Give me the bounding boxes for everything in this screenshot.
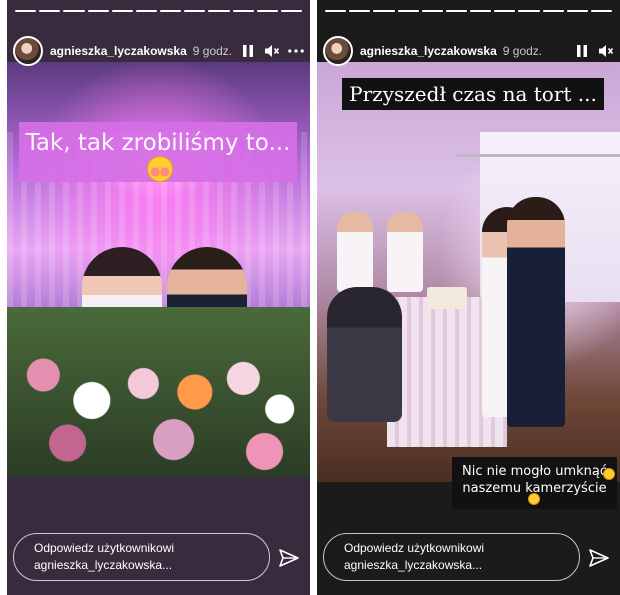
story-caption-secondary: Nic nie mogło umknąć naszemu kamerzyście — [452, 457, 617, 509]
story-left[interactable]: Tak, tak zrobiliśmy to... agnieszka_lycz… — [7, 0, 310, 595]
avatar[interactable] — [13, 36, 43, 66]
progress-segment — [518, 10, 540, 12]
pause-icon[interactable] — [240, 42, 256, 60]
progress-segment — [232, 10, 254, 12]
send-icon[interactable] — [586, 545, 612, 571]
progress-segment — [135, 10, 158, 12]
timestamp: 9 godz. — [502, 44, 543, 58]
progress-segment — [325, 10, 347, 12]
caption-line: Nic nie mogło umknąć — [461, 464, 608, 479]
progress-segment — [373, 10, 395, 12]
progress-segment — [63, 10, 85, 12]
flower-arrangement — [7, 307, 310, 477]
progress-segment — [39, 10, 61, 12]
lighting-truss — [457, 154, 620, 157]
progress-segment — [494, 10, 516, 12]
pause-icon[interactable] — [574, 42, 590, 60]
grimacing-face-icon — [603, 468, 615, 480]
send-icon[interactable] — [276, 545, 302, 571]
more-options-icon[interactable] — [288, 42, 304, 60]
waitress-figure — [387, 212, 423, 292]
cameraman-figure — [327, 287, 402, 422]
story-header: agnieszka_lyczakowska 9 godz. — [13, 34, 304, 68]
progress-segment — [470, 10, 492, 12]
progress-segment — [208, 10, 230, 12]
wedding-cake — [427, 287, 467, 309]
progress-segment — [15, 10, 37, 12]
story-caption: Przyszedł czas na tort ... — [342, 78, 604, 110]
groom-figure — [507, 197, 565, 427]
story-controls — [574, 42, 614, 60]
progress-segment — [590, 10, 613, 12]
progress-bar — [15, 10, 303, 12]
progress-segment — [111, 10, 133, 12]
avatar[interactable] — [323, 36, 353, 66]
timestamp: 9 godz. — [192, 44, 233, 58]
progress-segment — [445, 10, 468, 12]
grimacing-face-icon — [528, 493, 540, 505]
progress-segment — [87, 10, 109, 12]
progress-segment — [349, 10, 371, 12]
story-controls — [240, 42, 304, 60]
progress-segment — [542, 10, 564, 12]
mute-icon[interactable] — [598, 42, 614, 60]
waiter-figure — [337, 212, 373, 292]
smiling-face-with-hearts-icon — [147, 156, 173, 182]
story-photo-cake-cutting: Przyszedł czas na tort ... Nic nie mogło… — [317, 62, 620, 509]
progress-segment — [256, 10, 278, 12]
progress-segment — [160, 10, 182, 12]
story-photo-wedding-couple: Tak, tak zrobiliśmy to... — [7, 62, 310, 477]
progress-segment — [280, 10, 303, 12]
story-right[interactable]: Przyszedł czas na tort ... Nic nie mogło… — [317, 0, 620, 595]
reply-input[interactable]: Odpowiedz użytkownikowi agnieszka_lyczak… — [323, 533, 580, 581]
reply-input[interactable]: Odpowiedz użytkownikowi agnieszka_lyczak… — [13, 533, 270, 581]
story-header: agnieszka_lyczakowska 9 godz. — [323, 34, 614, 68]
progress-segment — [566, 10, 588, 12]
progress-segment — [421, 10, 443, 12]
mute-icon[interactable] — [264, 42, 280, 60]
progress-segment — [184, 10, 206, 12]
progress-bar — [325, 10, 613, 12]
progress-segment — [397, 10, 419, 12]
username[interactable]: agnieszka_lyczakowska — [360, 44, 497, 58]
username[interactable]: agnieszka_lyczakowska — [50, 44, 187, 58]
